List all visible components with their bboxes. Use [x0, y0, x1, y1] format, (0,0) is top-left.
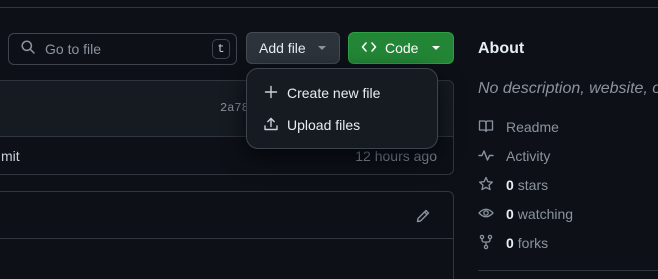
- menu-item-create-new-file[interactable]: Create new file: [247, 77, 437, 109]
- search-icon: [20, 39, 36, 60]
- shortcut-key: t: [212, 39, 230, 59]
- pencil-icon[interactable]: [415, 208, 431, 224]
- about-description: No description, website, or: [478, 80, 658, 97]
- watching-text: 0 watching: [506, 206, 573, 222]
- go-to-file-input[interactable]: Go to file t: [8, 33, 237, 65]
- watching-count: 0: [506, 206, 514, 222]
- upload-icon: [263, 116, 279, 135]
- about-heading: About: [478, 40, 525, 57]
- stars-label: stars: [517, 177, 549, 193]
- top-divider: [0, 0, 658, 8]
- star-icon: [478, 176, 494, 195]
- stars-text: 0 stars: [506, 177, 548, 193]
- activity-link[interactable]: Activity: [478, 146, 550, 166]
- caret-down-icon: [432, 46, 441, 50]
- watching-link[interactable]: 0 watching: [478, 204, 573, 224]
- about-divider: [478, 270, 658, 271]
- eye-icon: [478, 205, 494, 224]
- code-button[interactable]: Code: [348, 32, 454, 64]
- readme-box: [0, 191, 454, 279]
- book-icon: [478, 118, 494, 137]
- fork-icon: [478, 234, 494, 253]
- add-file-menu: Create new file Upload files: [246, 68, 438, 149]
- add-file-label: Add file: [259, 40, 306, 56]
- activity-label: Activity: [506, 148, 551, 164]
- code-icon: [361, 39, 377, 58]
- go-to-file-placeholder: Go to file: [45, 41, 102, 57]
- stars-link[interactable]: 0 stars: [478, 175, 548, 195]
- commit-hash[interactable]: 2a78: [220, 101, 249, 115]
- forks-link[interactable]: 0 forks: [478, 233, 548, 253]
- menu-item-label: Create new file: [287, 85, 381, 101]
- stars-count: 0: [506, 177, 514, 193]
- code-label: Code: [385, 40, 419, 56]
- menu-item-upload-files[interactable]: Upload files: [247, 109, 437, 141]
- forks-text: 0 forks: [506, 235, 548, 251]
- forks-count: 0: [506, 235, 514, 251]
- plus-icon: [263, 84, 279, 103]
- divider: [0, 238, 453, 239]
- add-file-button[interactable]: Add file: [246, 32, 340, 64]
- readme-link[interactable]: Readme: [478, 117, 559, 137]
- watching-label: watching: [517, 206, 574, 222]
- forks-label: forks: [517, 235, 549, 251]
- commit-time: 12 hours ago: [355, 148, 437, 164]
- pulse-icon: [478, 147, 494, 166]
- caret-down-icon: [317, 46, 326, 50]
- readme-label: Readme: [506, 119, 559, 135]
- commit-message[interactable]: mit: [1, 148, 20, 164]
- menu-item-label: Upload files: [287, 117, 361, 133]
